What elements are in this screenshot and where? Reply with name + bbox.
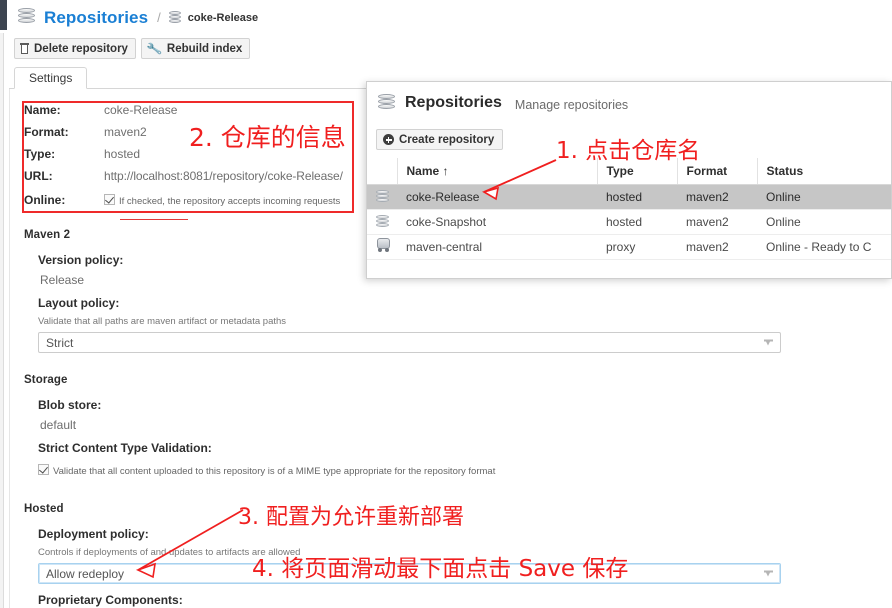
deployment-policy-selected-value: Allow redeploy [46, 566, 125, 581]
blob-store-value: default [40, 418, 77, 432]
database-icon [376, 189, 389, 204]
app-root: Repositories / coke-Release Delete repos… [0, 0, 892, 608]
layout-policy-hint: Validate that all paths are maven artifa… [38, 316, 287, 327]
database-icon [18, 8, 35, 27]
chevron-down-icon [764, 570, 773, 577]
info-value: http://localhost:8081/repository/coke-Re… [104, 169, 343, 183]
create-repository-button[interactable]: Create repository [376, 129, 504, 150]
info-label: Name: [24, 103, 61, 117]
breadcrumb: Repositories / coke-Release [9, 0, 892, 35]
info-label: Online: [24, 193, 66, 207]
tab-settings-label: Settings [29, 71, 73, 85]
layout-policy-label: Layout policy: [38, 296, 120, 310]
popup-title: Repositories [405, 94, 502, 111]
row-type: hosted [597, 209, 677, 235]
database-icon [378, 93, 395, 113]
row-name[interactable]: coke-Snapshot [397, 209, 597, 235]
deployment-policy-hint: Controls if deployments of and updates t… [38, 547, 301, 558]
wrench-icon: 🔧 [145, 40, 164, 57]
row-type: proxy [597, 234, 677, 260]
breadcrumb-current: coke-Release [187, 11, 259, 24]
info-row-type: Type: hosted [24, 147, 343, 169]
layout-policy-select[interactable]: Strict [38, 332, 781, 353]
row-type: hosted [597, 184, 677, 210]
hosted-group-title: Hosted [24, 503, 64, 515]
delete-repository-button[interactable]: Delete repository [14, 38, 136, 59]
delete-repository-label: Delete repository [34, 42, 128, 55]
repositories-table: Name ↑ Type Format Status coke-Release h… [367, 158, 891, 260]
row-icon-cell [367, 234, 397, 260]
info-label: URL: [24, 169, 53, 183]
proprietary-components-label: Proprietary Components: [38, 593, 183, 607]
info-value: hosted [104, 147, 141, 161]
blob-store-label: Blob store: [38, 398, 102, 412]
popup-subtitle: Manage repositories [514, 97, 629, 112]
checkmark-icon [104, 194, 115, 205]
info-row-url: URL: http://localhost:8081/repository/co… [24, 169, 343, 191]
layout-policy-selected-value: Strict [46, 335, 74, 350]
tab-settings[interactable]: Settings [14, 67, 88, 89]
toolbar: Delete repository 🔧 Rebuild index [9, 38, 251, 60]
column-format[interactable]: Format [677, 158, 758, 185]
deployment-policy-select[interactable]: Allow redeploy [38, 563, 781, 584]
table-header-row: Name ↑ Type Format Status [367, 158, 891, 185]
column-name[interactable]: Name ↑ [397, 158, 598, 185]
table-row[interactable]: coke-Snapshot hosted maven2 Online [367, 209, 891, 235]
online-checkbox[interactable] [104, 191, 119, 209]
row-name[interactable]: coke-Release [397, 184, 597, 210]
online-checkbox-label: If checked, the repository accepts incom… [119, 196, 341, 207]
info-row-online: Online: If checked, the repository accep… [24, 191, 343, 213]
column-icon [367, 158, 398, 185]
strict-content-type-label: Strict Content Type Validation: [38, 441, 212, 455]
deployment-policy-label: Deployment policy: [38, 527, 149, 541]
create-repository-label: Create repository [399, 133, 495, 146]
row-format: maven2 [677, 234, 757, 260]
popup-header: Repositories Manage repositories [367, 82, 891, 124]
plus-circle-icon [383, 134, 394, 145]
rebuild-index-label: Rebuild index [166, 42, 243, 55]
info-row-name: Name: coke-Release [24, 103, 343, 125]
table-row[interactable]: maven-central proxy maven2 Online - Read… [367, 234, 891, 260]
row-status: Online [757, 184, 891, 210]
database-icon [376, 214, 389, 229]
proxy-icon [376, 238, 391, 252]
breadcrumb-root-link[interactable]: Repositories [44, 8, 148, 28]
breadcrumb-separator: / [157, 10, 161, 25]
table-row[interactable]: coke-Release hosted maven2 Online [367, 184, 891, 210]
left-rail [0, 0, 7, 608]
checkmark-icon [38, 464, 49, 475]
row-icon-cell [367, 209, 397, 235]
column-type[interactable]: Type [597, 158, 678, 185]
rail-light-block [0, 33, 4, 608]
name-underline-mark [120, 219, 188, 220]
row-status: Online - Ready to C [757, 234, 891, 260]
row-format: maven2 [677, 184, 757, 210]
strict-content-type-text: Validate that all content uploaded to th… [53, 466, 496, 477]
row-status: Online [757, 209, 891, 235]
info-label: Format: [24, 125, 69, 139]
info-value: maven2 [104, 125, 147, 139]
chevron-down-icon [764, 339, 773, 346]
database-icon [168, 10, 181, 25]
rail-dark-block [0, 0, 7, 30]
info-value: coke-Release [104, 103, 178, 117]
rebuild-index-button[interactable]: 🔧 Rebuild index [140, 38, 251, 59]
column-status[interactable]: Status [757, 158, 891, 185]
storage-group-title: Storage [24, 374, 68, 386]
trash-icon [20, 43, 29, 54]
info-row-format: Format: maven2 [24, 125, 343, 147]
info-label: Type: [24, 147, 56, 161]
row-icon-cell [367, 184, 397, 210]
repositories-popup: Repositories Manage repositories Create … [366, 81, 892, 279]
row-name[interactable]: maven-central [397, 234, 597, 260]
row-format: maven2 [677, 209, 757, 235]
repository-info: Name: coke-Release Format: maven2 Type: … [24, 103, 343, 213]
strict-content-type-checkbox[interactable]: Validate that all content uploaded to th… [38, 461, 884, 479]
